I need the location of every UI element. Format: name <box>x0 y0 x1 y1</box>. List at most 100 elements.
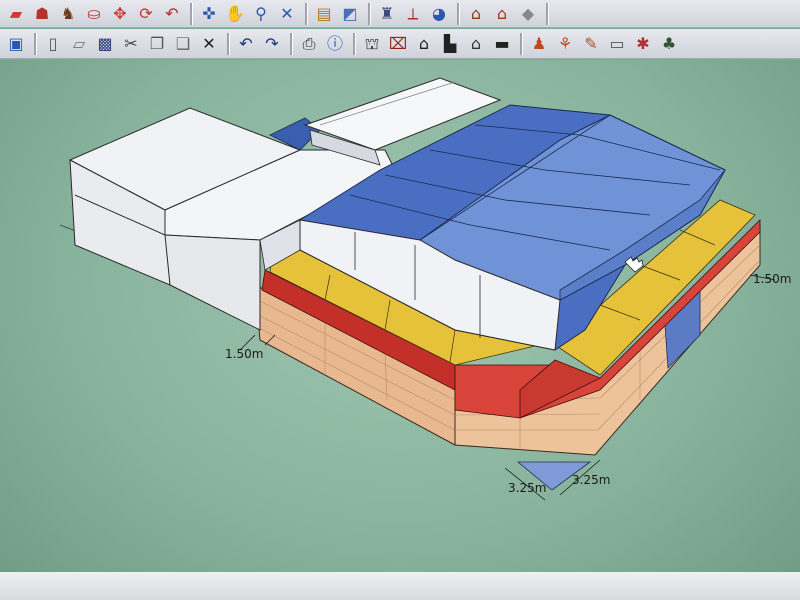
status-bar <box>0 572 800 600</box>
front-view-button[interactable]: ⌂ <box>412 32 436 56</box>
undo-button[interactable]: ↶ <box>234 32 258 56</box>
zoom-extents-icon: ✕ <box>280 3 294 23</box>
component-button[interactable]: ◩ <box>338 2 362 26</box>
tree-button[interactable]: ♣ <box>657 32 681 56</box>
small-box-icon: ◆ <box>521 3 535 23</box>
back-view-button[interactable]: ▬ <box>490 32 514 56</box>
eraser-icon: ▰ <box>9 3 23 23</box>
print-button[interactable]: ⎙ <box>297 32 321 56</box>
toolbar-separator <box>190 2 193 25</box>
look-around-icon: ⚘ <box>557 33 573 53</box>
building-model: 1.50m 1.50m 3.25m 3.25m <box>59 77 791 501</box>
globe-button[interactable]: ◕ <box>427 2 451 26</box>
toolbar-separator <box>368 2 371 25</box>
door-button[interactable]: ⌧ <box>386 32 410 56</box>
text-icon: ▭ <box>609 33 625 53</box>
toolbar-separator <box>353 32 356 55</box>
standard-toolbar: ▣ ▯ ▱ ▩ ✂ ❐ ❑ ✕ ↶ ↷ ⎙ ⓘ ⛫ ⌧ ⌂ ▙ ⌂ ▬ ♟ ⚘ ✎ ▭ ✱ ♣ <box>0 29 800 59</box>
info-icon: ⓘ <box>326 33 343 53</box>
toolbar-separator <box>457 2 460 25</box>
paint-bucket-icon: ⛀ <box>87 3 101 23</box>
paste-button[interactable]: ❑ <box>171 32 195 56</box>
globe-icon: ◕ <box>432 3 446 23</box>
toolbar-separator <box>290 32 293 55</box>
top-view-icon: ▙ <box>443 33 457 53</box>
redo-button[interactable]: ↷ <box>260 32 284 56</box>
back-view-icon: ▬ <box>494 33 510 53</box>
pencil-icon: ✎ <box>584 33 598 53</box>
top-view-button[interactable]: ▙ <box>438 32 462 56</box>
move-button[interactable]: ✥ <box>108 2 132 26</box>
zoom-extents-button[interactable]: ✕ <box>275 2 299 26</box>
star-icon: ✱ <box>636 33 650 53</box>
model-viewport[interactable]: 1.50m 1.50m 3.25m 3.25m <box>0 60 800 600</box>
pan-hand-button[interactable]: ✋ <box>223 2 247 26</box>
figure-icon: ♜ <box>379 3 395 23</box>
text-button[interactable]: ▭ <box>605 32 629 56</box>
delete-button[interactable]: ✕ <box>197 32 221 56</box>
small-box-button[interactable]: ◆ <box>516 2 540 26</box>
person-icon: ☗ <box>34 3 50 23</box>
iso-view-icon: ⛫ <box>364 33 380 53</box>
house-icon: ⌂ <box>470 3 482 23</box>
figure-button[interactable]: ♜ <box>375 2 399 26</box>
door-icon: ⌧ <box>388 33 408 53</box>
toolbar-separator <box>546 2 549 25</box>
roof-icon: ⌂ <box>496 3 508 23</box>
toolbar-separator <box>305 2 308 25</box>
toolbar-separator <box>34 32 37 55</box>
box-icon: ▣ <box>8 33 24 53</box>
section-plane-button[interactable]: ▤ <box>312 2 336 26</box>
roof-button[interactable]: ⌂ <box>490 2 514 26</box>
new-file-icon: ▯ <box>48 33 58 53</box>
star-button[interactable]: ✱ <box>631 32 655 56</box>
walk-person-icon: ♟ <box>531 33 547 53</box>
walk-person-button[interactable]: ♟ <box>527 32 551 56</box>
middle-block-front <box>164 234 261 331</box>
orbit-button[interactable]: ✜ <box>197 2 221 26</box>
dim-label-right: 1.50m <box>753 272 791 286</box>
dim-label-bottom-right: 3.25m <box>572 473 610 487</box>
copy-icon: ❐ <box>149 33 165 53</box>
cut-button[interactable]: ✂ <box>119 32 143 56</box>
iso-view-button[interactable]: ⛫ <box>360 32 384 56</box>
walk-icon: ♞ <box>60 3 76 23</box>
axis-icon: ⟂ <box>407 3 419 23</box>
axis-button[interactable]: ⟂ <box>401 2 425 26</box>
copy-button[interactable]: ❐ <box>145 32 169 56</box>
zoom-button[interactable]: ⚲ <box>249 2 273 26</box>
look-around-button[interactable]: ⚘ <box>553 32 577 56</box>
toolbar-separator <box>520 32 523 55</box>
person-button[interactable]: ☗ <box>30 2 54 26</box>
paint-bucket-button[interactable]: ⛀ <box>82 2 106 26</box>
open-folder-button[interactable]: ▱ <box>67 32 91 56</box>
open-folder-icon: ▱ <box>72 33 86 53</box>
rotate-icon: ⟳ <box>139 3 153 23</box>
side-view-button[interactable]: ⌂ <box>464 32 488 56</box>
box-button[interactable]: ▣ <box>4 32 28 56</box>
rotate-button[interactable]: ⟳ <box>134 2 158 26</box>
move-icon: ✥ <box>113 3 127 23</box>
side-view-icon: ⌂ <box>470 33 482 53</box>
undo-icon: ↶ <box>239 33 253 53</box>
print-icon: ⎙ <box>302 33 316 53</box>
section-plane-icon: ▤ <box>316 3 332 23</box>
eraser-button[interactable]: ▰ <box>4 2 28 26</box>
redo-icon: ↷ <box>265 33 279 53</box>
tree-icon: ♣ <box>661 33 677 53</box>
save-icon: ▩ <box>97 33 113 53</box>
new-file-button[interactable]: ▯ <box>41 32 65 56</box>
component-icon: ◩ <box>342 3 358 23</box>
info-button[interactable]: ⓘ <box>323 32 347 56</box>
delete-icon: ✕ <box>202 33 216 53</box>
pencil-button[interactable]: ✎ <box>579 32 603 56</box>
save-button[interactable]: ▩ <box>93 32 117 56</box>
orbit-icon: ✜ <box>202 3 216 23</box>
follow-me-button[interactable]: ↶ <box>160 2 184 26</box>
walk-button[interactable]: ♞ <box>56 2 80 26</box>
house-button[interactable]: ⌂ <box>464 2 488 26</box>
dim-label-left: 1.50m <box>225 347 263 361</box>
zoom-icon: ⚲ <box>255 3 267 23</box>
main-toolbar: ▰ ☗ ♞ ⛀ ✥ ⟳ ↶ ✜ ✋ ⚲ ✕ ▤ ◩ ♜ ⟂ ◕ ⌂ ⌂ ◆ <box>0 0 800 28</box>
follow-me-icon: ↶ <box>165 3 179 23</box>
